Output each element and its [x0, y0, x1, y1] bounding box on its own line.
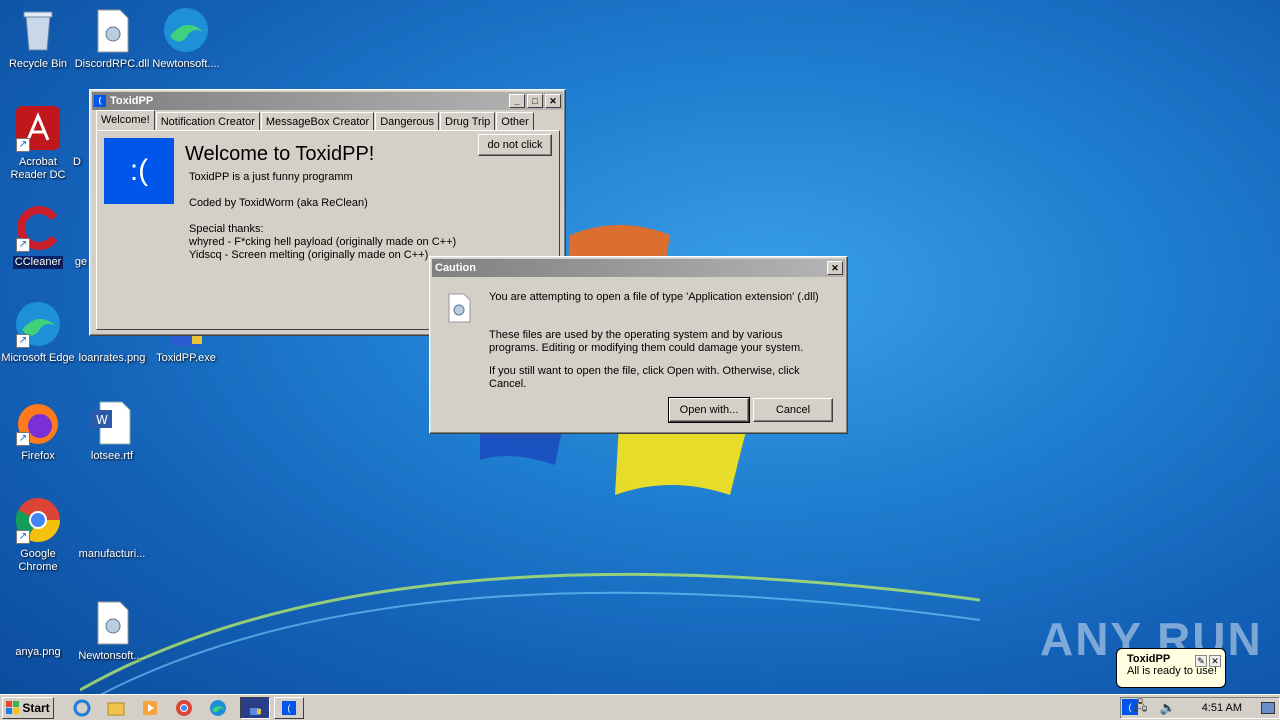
- wallpaper-swoosh: [80, 572, 980, 696]
- toxidpp-titlebar[interactable]: ( ToxidPP _ □ ✕: [92, 92, 563, 110]
- shortcut-arrow-icon: ↗: [16, 238, 30, 252]
- caution-message-2: These files are used by the operating sy…: [489, 329, 804, 354]
- desktop-icon-manufacturi[interactable]: manufacturi...: [74, 496, 150, 561]
- tab-notification-creator[interactable]: Notification Creator: [155, 112, 260, 131]
- desktop-icon-edge[interactable]: ↗ Microsoft Edge: [0, 300, 76, 365]
- author-line: Coded by ToxidWorm (aka ReClean): [189, 197, 368, 209]
- explorer-taskbar-icon[interactable]: [104, 697, 128, 719]
- dll-file-icon: [446, 293, 472, 326]
- desktop-icon-firefox[interactable]: ↗ Firefox: [0, 398, 76, 463]
- recycle-bin-icon: [14, 6, 62, 54]
- chrome-taskbar-icon[interactable]: [172, 697, 196, 719]
- shortcut-arrow-icon: ↗: [16, 138, 30, 152]
- balloon-options-icon[interactable]: ✎: [1195, 655, 1207, 667]
- thanks-line-1: whyred - F*cking hell payload (originall…: [189, 236, 457, 248]
- caution-dialog[interactable]: Caution ✕ You are attempting to open a f…: [429, 256, 848, 434]
- desktop-icon-newtonsoft-1[interactable]: Newtonsoft....: [148, 6, 224, 71]
- caution-titlebar[interactable]: Caution ✕: [432, 259, 845, 277]
- volume-icon[interactable]: 🔈: [1160, 700, 1176, 716]
- system-tray: 🖧 🔈 4:51 AM: [1120, 697, 1280, 719]
- network-icon[interactable]: 🖧: [1133, 697, 1148, 719]
- firefox-icon: ↗: [14, 398, 62, 446]
- chrome-icon: ↗: [14, 496, 62, 544]
- desktop-icon-chrome[interactable]: ↗ Google Chrome: [0, 496, 76, 574]
- cancel-button[interactable]: Cancel: [753, 398, 833, 422]
- notification-balloon[interactable]: ToxidPP All is ready to use! ✎ ✕: [1116, 648, 1226, 688]
- thanks-line-2: Yidscq - Screen melting (originally made…: [189, 249, 429, 261]
- desktop-icon-lotsee-rtf[interactable]: W lotsee.rtf: [74, 398, 150, 463]
- thanks-title: Special thanks:: [189, 223, 264, 235]
- edge-taskbar-icon[interactable]: [206, 697, 230, 719]
- ie-taskbar-icon[interactable]: [70, 697, 94, 719]
- dll-file-icon: [88, 598, 136, 646]
- shortcut-arrow-icon: ↗: [16, 334, 30, 348]
- desktop-icon-recycle-bin[interactable]: Recycle Bin: [0, 6, 76, 71]
- close-button[interactable]: ✕: [545, 94, 561, 108]
- bsod-face-image: :(: [104, 138, 174, 204]
- desktop-icon-discordrpc-dll[interactable]: DiscordRPC.dll: [74, 6, 150, 71]
- desktop-icon-newtonsoft-2[interactable]: Newtonsoft....: [74, 598, 150, 663]
- tab-drug-trip[interactable]: Drug Trip: [440, 112, 496, 131]
- desktop-icon-partial-d[interactable]: D: [62, 104, 92, 169]
- welcome-heading: Welcome to ToxidPP!: [185, 143, 375, 165]
- desktop-icon-ccleaner[interactable]: ↗ CCleaner: [0, 204, 76, 273]
- clock[interactable]: 4:51 AM: [1202, 702, 1242, 714]
- toxidpp-window-taskbar-icon[interactable]: (: [274, 696, 304, 719]
- tab-welcome[interactable]: Welcome!: [96, 110, 155, 131]
- media-player-taskbar-icon[interactable]: [138, 697, 162, 719]
- shortcut-arrow-icon: ↗: [16, 530, 30, 544]
- toxidpp-app-icon: (: [94, 95, 106, 107]
- edge-icon: [162, 6, 210, 54]
- acrobat-icon: ↗: [14, 104, 62, 152]
- desktop-icon-anya-png[interactable]: anya.png: [0, 594, 76, 659]
- window-title: ToxidPP: [110, 95, 154, 107]
- tab-messagebox-creator[interactable]: MessageBox Creator: [260, 112, 375, 131]
- caution-message-3: If you still want to open the file, clic…: [489, 365, 800, 390]
- minimize-button[interactable]: _: [509, 94, 525, 108]
- open-with-button[interactable]: Open with...: [668, 397, 750, 423]
- caution-message-1: You are attempting to open a file of typ…: [489, 291, 819, 303]
- svg-text:W: W: [96, 413, 108, 427]
- toxidpp-tabs: Welcome! Notification Creator MessageBox…: [96, 110, 535, 131]
- tab-dangerous[interactable]: Dangerous: [375, 112, 440, 131]
- shortcut-arrow-icon: ↗: [16, 432, 30, 446]
- balloon-close-button[interactable]: ✕: [1209, 655, 1221, 667]
- edge-icon: ↗: [14, 300, 62, 348]
- start-button[interactable]: Start: [2, 696, 54, 719]
- windows-logo-icon: [6, 701, 20, 714]
- close-button[interactable]: ✕: [827, 261, 843, 275]
- maximize-button[interactable]: □: [527, 94, 543, 108]
- do-not-click-button[interactable]: do not click: [478, 134, 552, 156]
- dialog-title: Caution: [435, 262, 476, 274]
- taskbar: Start ( ( 🖧 🔈 4:51 AM: [0, 694, 1280, 720]
- tab-other[interactable]: Other: [496, 112, 534, 131]
- intro-line: ToxidPP is a just funny programm: [189, 171, 353, 183]
- word-document-icon: W: [88, 398, 136, 446]
- toxidpp-exe-taskbar-icon[interactable]: [240, 696, 270, 719]
- show-desktop-icon[interactable]: [1261, 702, 1275, 714]
- dll-file-icon: [88, 6, 136, 54]
- ccleaner-icon: ↗: [14, 204, 62, 252]
